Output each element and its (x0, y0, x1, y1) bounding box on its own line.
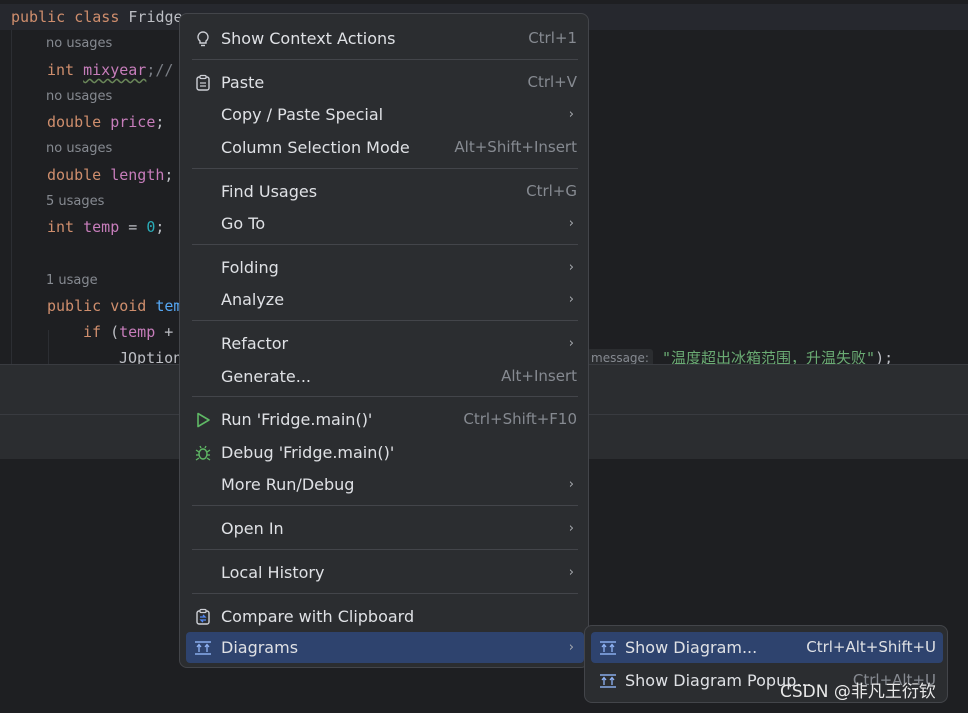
menu-separator (192, 505, 578, 506)
punctuation: ; (164, 166, 174, 184)
menu-item-copy-paste-special[interactable]: Copy / Paste Special › (186, 99, 584, 130)
menu-separator (192, 549, 578, 550)
menu-item-open-in[interactable]: Open In › (186, 513, 584, 544)
menu-separator (192, 244, 578, 245)
chevron-right-icon: › (568, 565, 574, 580)
menu-separator (192, 59, 578, 60)
menu-item-local-history[interactable]: Local History › (186, 557, 584, 588)
menu-item-compare-with-clipboard[interactable]: Compare with Clipboard (186, 601, 584, 632)
class-name: Fridge (128, 8, 183, 26)
field-name: temp (83, 218, 120, 236)
punctuation: ( (110, 323, 120, 341)
comment: ;// (146, 61, 174, 79)
usage-hint[interactable]: no usages (46, 35, 112, 53)
field-name: price (110, 113, 156, 131)
code-line[interactable]: double length; (47, 165, 173, 185)
menu-item-debug-main[interactable]: Debug 'Fridge.main()' (186, 437, 584, 468)
code-line[interactable]: double price; (47, 112, 164, 132)
code-line[interactable]: public class Fridge (11, 7, 183, 27)
diagram-icon (194, 639, 212, 657)
run-icon (194, 411, 212, 429)
keyword: public void (47, 297, 156, 315)
keyword: double (47, 166, 111, 184)
menu-separator (192, 168, 578, 169)
code-line[interactable]: "温度超出冰箱范围，升温失败"); (662, 348, 893, 364)
bug-icon (194, 444, 212, 462)
menu-item-find-usages[interactable]: Find Usages Ctrl+G (186, 176, 584, 207)
chevron-right-icon: › (568, 477, 574, 492)
keyword: int (47, 61, 84, 79)
diagram-icon (599, 639, 617, 657)
chevron-right-icon: › (568, 216, 574, 231)
menu-item-analyze[interactable]: Analyze › (186, 284, 584, 315)
field-name: temp (119, 323, 156, 341)
watermark-text: CSDN @非凡王衍钦 (780, 682, 936, 702)
menu-item-generate[interactable]: Generate... Alt+Insert (186, 361, 584, 392)
menu-item-more-run-debug[interactable]: More Run/Debug › (186, 469, 584, 500)
menu-item-show-context-actions[interactable]: Show Context Actions Ctrl+1 (186, 23, 584, 54)
menu-separator (192, 320, 578, 321)
chevron-right-icon: › (568, 640, 574, 655)
editor-context-menu: Show Context Actions Ctrl+1 Paste Ctrl+V… (179, 13, 589, 668)
usage-hint[interactable]: no usages (46, 140, 112, 158)
chevron-right-icon: › (568, 107, 574, 122)
compare-clipboard-icon (194, 608, 212, 626)
punctuation: ; (155, 218, 165, 236)
code-line[interactable]: if (temp + (83, 322, 173, 342)
operator: = (119, 218, 147, 236)
usage-hint[interactable]: 1 usage (46, 272, 98, 290)
menu-item-refactor[interactable]: Refactor › (186, 328, 584, 359)
punctuation: ); (875, 349, 894, 364)
class-reference: JOption (119, 349, 183, 364)
diagram-icon (599, 672, 617, 690)
menu-item-folding[interactable]: Folding › (186, 252, 584, 283)
chevron-right-icon: › (568, 260, 574, 275)
indent-guide (11, 30, 12, 364)
punctuation: ; (155, 113, 165, 131)
menu-item-run-main[interactable]: Run 'Fridge.main()' Ctrl+Shift+F10 (186, 404, 584, 435)
parameter-hint: message: (587, 349, 653, 364)
keyword: public class (11, 8, 129, 26)
operator: + (155, 323, 174, 341)
menu-separator (192, 396, 578, 397)
code-line[interactable]: public void tem (47, 296, 182, 316)
field-name: length (110, 166, 165, 184)
code-line[interactable]: int temp = 0; (47, 217, 164, 237)
menu-item-go-to[interactable]: Go To › (186, 208, 584, 239)
menu-item-show-diagram[interactable]: Show Diagram... Ctrl+Alt+Shift+U (591, 632, 943, 663)
string-literal: "温度超出冰箱范围，升温失败" (662, 349, 876, 364)
keyword: double (47, 113, 111, 131)
menu-separator (192, 593, 578, 594)
lightbulb-icon (194, 30, 212, 48)
keyword: if (83, 323, 111, 341)
code-line[interactable]: int mixyear;// (47, 60, 173, 80)
chevron-right-icon: › (568, 292, 574, 307)
chevron-right-icon: › (568, 336, 574, 351)
indent-guide (48, 330, 49, 364)
code-line[interactable]: JOption (119, 348, 182, 364)
menu-item-column-selection-mode[interactable]: Column Selection Mode Alt+Shift+Insert (186, 132, 584, 163)
keyword: int (47, 218, 84, 236)
usage-hint[interactable]: 5 usages (46, 193, 104, 211)
usage-hint[interactable]: no usages (46, 88, 112, 106)
chevron-right-icon: › (568, 521, 574, 536)
menu-item-paste[interactable]: Paste Ctrl+V (186, 67, 584, 98)
clipboard-icon (194, 74, 212, 92)
field-name: mixyear (83, 61, 147, 79)
menu-item-diagrams[interactable]: Diagrams › (186, 632, 584, 663)
